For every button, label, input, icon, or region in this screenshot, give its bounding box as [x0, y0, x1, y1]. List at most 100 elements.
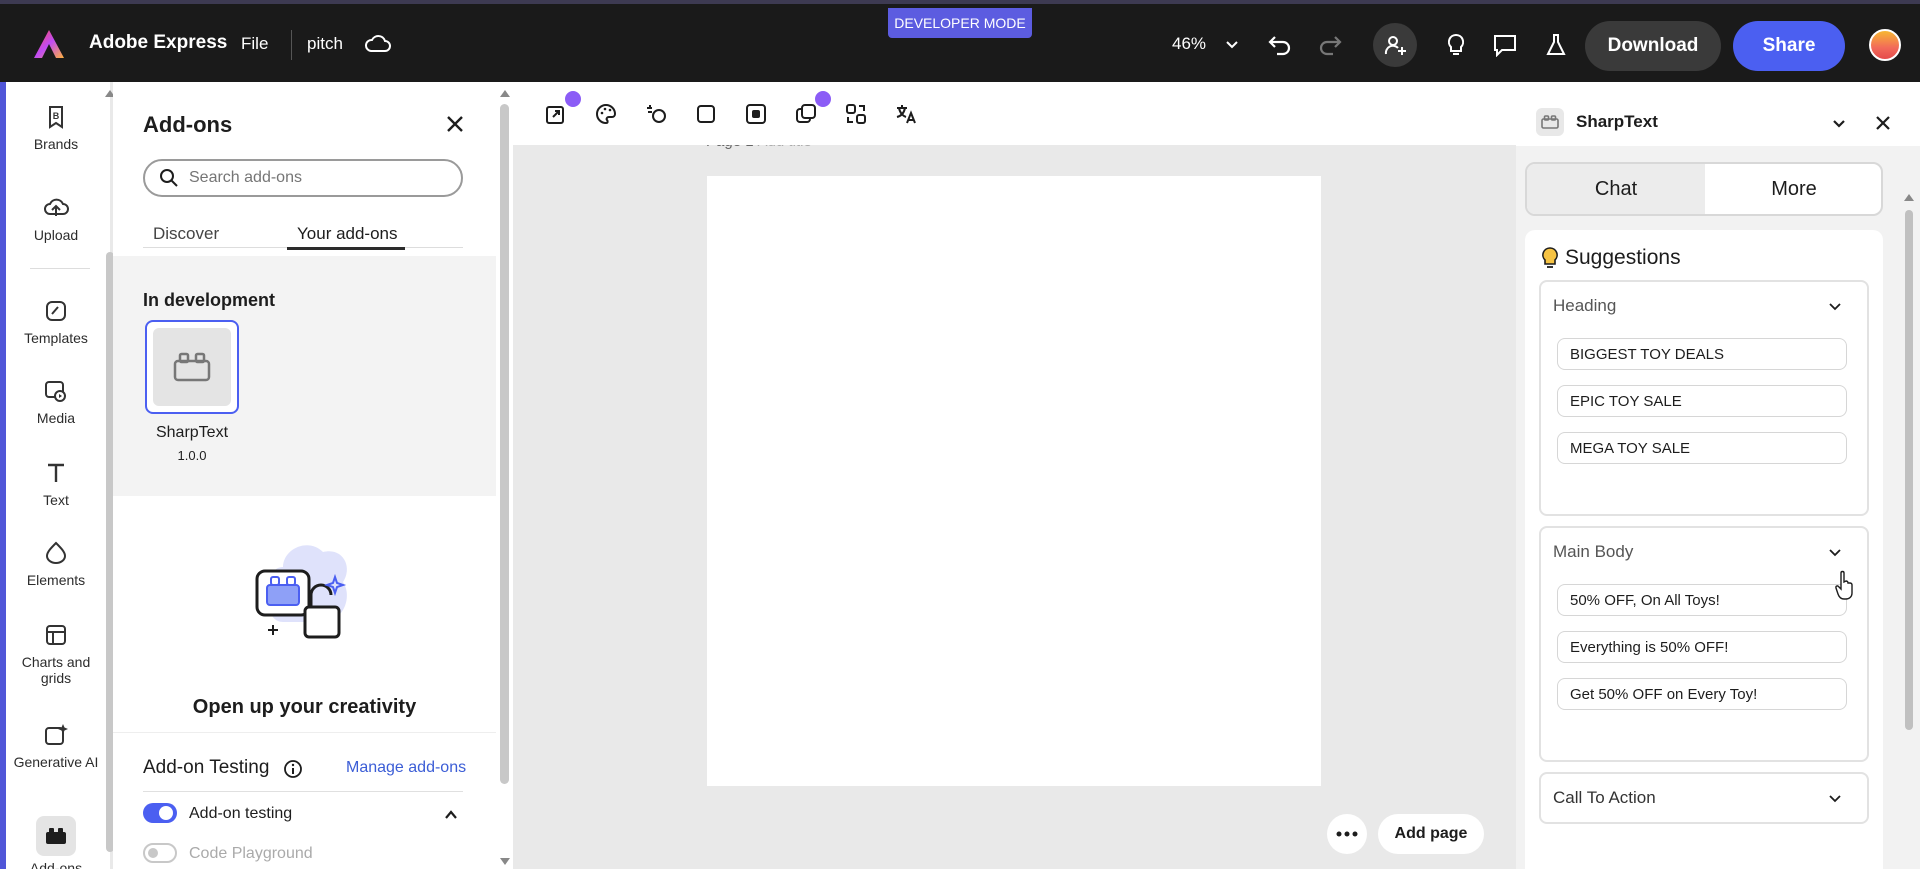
chat-more-toggle: Chat More [1525, 162, 1883, 216]
suggestion-pill[interactable]: Get 50% OFF on Every Toy! [1557, 678, 1847, 710]
divider [143, 791, 463, 792]
chevron-down-icon[interactable] [1827, 790, 1843, 806]
suggestion-pill[interactable]: 50% OFF, On All Toys! [1557, 584, 1847, 616]
info-icon[interactable] [283, 759, 303, 779]
right-panel-scrollbar[interactable] [1902, 190, 1916, 750]
code-playground-toggle[interactable] [143, 843, 177, 863]
close-icon[interactable] [1872, 112, 1894, 134]
rail-item-upload[interactable]: Upload [12, 195, 100, 243]
search-input[interactable] [189, 169, 429, 187]
replace-icon[interactable] [841, 99, 871, 129]
text-icon [48, 463, 64, 482]
chevron-down-icon[interactable] [1224, 36, 1240, 52]
rail-item-add-ons[interactable]: Add-ons [12, 816, 100, 869]
rail-item-label: Text [43, 492, 69, 508]
canvas-toolbar [513, 82, 1516, 145]
chevron-up-icon[interactable] [443, 807, 459, 823]
brands-icon: B [49, 106, 63, 129]
addon-testing-toggle[interactable] [143, 803, 177, 823]
palette-icon[interactable] [591, 99, 621, 129]
chevron-down-icon[interactable] [1830, 114, 1848, 132]
rail-item-label: Brands [33, 136, 79, 152]
file-menu[interactable]: File [241, 34, 268, 54]
translate-icon[interactable] [891, 99, 921, 129]
add-user-icon [1384, 36, 1406, 55]
rail-item-generative-ai[interactable]: Generative AI [12, 722, 100, 770]
suggestions-header: Suggestions [1541, 246, 1681, 270]
tab-your-addons[interactable]: Your add-ons [297, 224, 398, 244]
rail-divider [30, 268, 90, 269]
adobe-express-logo[interactable] [32, 28, 66, 60]
rail-item-brands[interactable]: B Brands [12, 104, 100, 152]
section-main-body: Main Body 50% OFF, On All Toys! Everythi… [1539, 526, 1869, 762]
toggle-label: Add-on testing [189, 805, 293, 822]
promo-heading: Open up your creativity [192, 696, 417, 718]
addons-panel: Add-ons Discover Your add-ons In develop… [113, 82, 513, 869]
addon-placeholder-icon [173, 352, 211, 382]
scroll-up-arrow[interactable] [1904, 194, 1914, 201]
resize-icon[interactable] [541, 89, 583, 129]
share-button[interactable]: Share [1733, 21, 1845, 71]
download-button[interactable]: Download [1585, 21, 1721, 71]
panel-scroll-thumb[interactable] [500, 104, 509, 784]
rail-item-text[interactable]: Text [12, 460, 100, 508]
comments-icon[interactable] [1490, 30, 1520, 60]
rail-item-elements[interactable]: Elements [12, 540, 100, 588]
manage-addons-link[interactable]: Manage add-ons [346, 759, 466, 777]
add-page-button[interactable]: Add page [1378, 814, 1484, 854]
rail-item-templates[interactable]: Templates [12, 298, 100, 346]
suggestion-pill[interactable]: MEGA TOY SALE [1557, 432, 1847, 464]
tab-chat[interactable]: Chat [1527, 164, 1705, 214]
document-name[interactable]: pitch [307, 34, 343, 54]
layers-icon[interactable] [791, 89, 833, 129]
canvas-page[interactable] [707, 176, 1321, 786]
tab-discover[interactable]: Discover [153, 224, 219, 244]
chevron-down-icon[interactable] [1827, 544, 1843, 560]
search-box[interactable] [143, 159, 463, 197]
suggestion-pill[interactable]: Everything is 50% OFF! [1557, 631, 1847, 663]
suggestions-card: Suggestions Heading BIGGEST TOY DEALS EP… [1525, 230, 1883, 869]
user-avatar[interactable] [1869, 29, 1901, 61]
panel-title: Add-ons [143, 112, 233, 137]
developer-mode-badge: DEVELOPER MODE [888, 8, 1032, 38]
undo-icon[interactable] [1265, 30, 1295, 60]
section-title[interactable]: Main Body [1553, 542, 1633, 562]
page-options-button[interactable] [1327, 814, 1367, 854]
toggle-label: Code Playground [189, 845, 313, 862]
premium-crown-icon [813, 89, 833, 109]
section-call-to-action: Call To Action [1539, 772, 1869, 824]
sharptext-panel: SharpText Chat More Suggestions Heading … [1516, 82, 1920, 869]
addon-card-sharptext[interactable] [145, 320, 239, 414]
section-heading: Heading BIGGEST TOY DEALS EPIC TOY SALE … [1539, 280, 1869, 516]
suggestion-pill[interactable]: BIGGEST TOY DEALS [1557, 338, 1847, 370]
section-title: In development [143, 290, 276, 310]
zoom-level[interactable]: 46% [1172, 34, 1206, 54]
shape-icon[interactable] [691, 99, 721, 129]
remove-background-icon[interactable] [741, 99, 771, 129]
rail-item-label: Media [36, 410, 76, 426]
upload-icon [44, 198, 69, 216]
tab-more[interactable]: More [1705, 164, 1881, 214]
lightbulb-icon[interactable] [1441, 30, 1471, 60]
close-icon[interactable] [443, 112, 467, 136]
rail-item-charts-and-grids[interactable]: Charts and grids [12, 622, 100, 686]
section-title[interactable]: Call To Action [1553, 788, 1656, 808]
animate-icon[interactable] [641, 99, 671, 129]
right-panel-scroll-thumb[interactable] [1905, 210, 1913, 730]
cloud-sync-icon[interactable] [364, 32, 392, 54]
labs-flask-icon[interactable] [1541, 30, 1571, 60]
rail-item-media[interactable]: Media [12, 378, 100, 426]
chevron-down-icon[interactable] [1827, 298, 1843, 314]
rail-item-label: Charts and grids [21, 654, 91, 686]
suggestion-pill[interactable]: EPIC TOY SALE [1557, 385, 1847, 417]
panel-scrollbar[interactable] [496, 82, 513, 869]
scroll-up-arrow[interactable] [500, 90, 510, 97]
lightbulb-icon [1542, 247, 1558, 268]
app-name: Adobe Express [89, 32, 228, 53]
redo-icon[interactable] [1315, 30, 1345, 60]
scroll-down-arrow[interactable] [500, 858, 510, 865]
section-title[interactable]: Heading [1553, 296, 1616, 316]
invite-button[interactable] [1373, 23, 1417, 67]
addons-tabs: Discover Your add-ons [143, 224, 463, 250]
rail-item-label: Generative AI [13, 754, 99, 770]
